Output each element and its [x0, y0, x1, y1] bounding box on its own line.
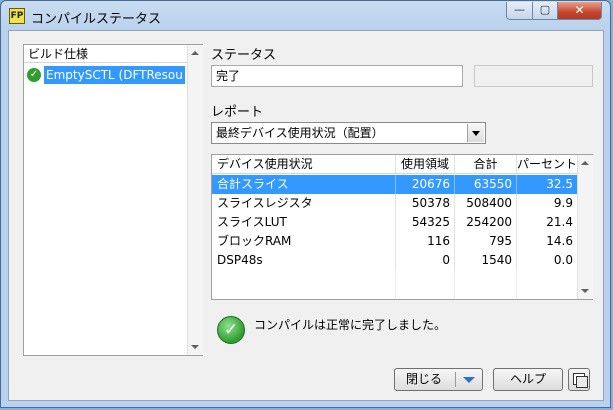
table-row[interactable]: ブロックRAM 116 795 14.6 [212, 232, 577, 251]
cell-name: DSP48s [217, 253, 263, 267]
copy-window-button[interactable] [568, 368, 590, 391]
build-spec-item[interactable]: ✓ EmptySCTL (DFTResou [27, 66, 185, 84]
scroll-down-icon[interactable] [581, 289, 589, 293]
cell-used: 50378 [395, 194, 454, 213]
close-button-label: 閉じる [405, 372, 442, 386]
table-row[interactable]: スライスレジスタ 50378 508400 9.9 [212, 194, 577, 213]
status-field: 完了 [211, 65, 463, 87]
cell-total: 795 [454, 232, 516, 251]
column-header-percent[interactable]: パーセント [516, 155, 577, 174]
cell-total: 254200 [454, 213, 516, 232]
help-button[interactable]: ヘルプ [493, 368, 563, 391]
close-button[interactable]: 閉じる [394, 368, 483, 391]
table-scrollbar[interactable] [577, 155, 593, 299]
window-title: コンパイルステータス [31, 12, 162, 27]
compile-status-window: FP コンパイルステータス — ▢ ✕ ビルド仕様 ✓ EmptySCTL (D… [0, 0, 611, 408]
build-spec-scrollbar[interactable] [187, 45, 203, 355]
report-label: レポート [211, 105, 264, 120]
cell-used: 116 [395, 232, 454, 251]
table-row[interactable]: スライスLUT 54325 254200 21.4 [212, 213, 577, 232]
table-row[interactable]: DSP48s 0 1540 0.0 [212, 251, 577, 270]
success-check-icon: ✓ [217, 316, 245, 344]
cell-percent: 0.0 [516, 251, 577, 270]
cell-name: ブロックRAM [217, 234, 292, 248]
cell-percent: 14.6 [516, 232, 577, 251]
table-header: デバイス使用状況 使用領域 合計 パーセント [212, 155, 577, 174]
copy-window-icon-back [576, 376, 588, 388]
table-row[interactable]: 合計スライス 20676 63550 32.5 [212, 175, 577, 194]
chevron-down-icon[interactable] [463, 377, 475, 383]
cell-name: スライスLUT [217, 215, 287, 229]
cell-total: 1540 [454, 251, 516, 270]
build-spec-header: ビルド仕様 [24, 45, 187, 63]
cell-percent: 21.4 [516, 213, 577, 232]
build-spec-list[interactable]: ビルド仕様 ✓ EmptySCTL (DFTResou [23, 44, 203, 356]
scroll-down-icon[interactable] [191, 345, 199, 349]
cell-total: 63550 [454, 175, 516, 194]
cell-used: 54325 [395, 213, 454, 232]
compile-result-message: コンパイルは正常に完了しました。 [254, 318, 447, 332]
split-divider [455, 372, 456, 387]
maximize-button[interactable]: ▢ [532, 2, 558, 20]
success-check-icon: ✓ [27, 68, 41, 82]
dropdown-button[interactable] [467, 124, 484, 142]
dialog-body: ビルド仕様 ✓ EmptySCTL (DFTResou ステータス 完了 レポー… [8, 30, 604, 401]
labview-icon: FP [9, 8, 25, 24]
column-header-total[interactable]: 合計 [454, 155, 516, 174]
cell-used: 20676 [395, 175, 454, 194]
report-select[interactable]: 最終デバイス使用状況（配置） [211, 122, 486, 144]
cell-used: 0 [395, 251, 454, 270]
build-spec-item-label: EmptySCTL (DFTResou [44, 66, 185, 84]
cell-total: 508400 [454, 194, 516, 213]
scroll-up-icon[interactable] [191, 51, 199, 55]
cell-name: スライスレジスタ [217, 196, 313, 210]
cell-percent: 9.9 [516, 194, 577, 213]
column-header-used[interactable]: 使用領域 [395, 155, 454, 174]
device-usage-table[interactable]: デバイス使用状況 使用領域 合計 パーセント 合計スライス 20676 6355… [211, 154, 593, 300]
report-select-value: 最終デバイス使用状況（配置） [216, 126, 384, 140]
cell-name: 合計スライス [217, 177, 289, 191]
scroll-up-icon[interactable] [581, 161, 589, 165]
column-header-device-usage[interactable]: デバイス使用状況 [212, 155, 395, 174]
status-indicator-field [474, 65, 593, 87]
status-label: ステータス [211, 48, 277, 63]
minimize-button[interactable]: — [506, 2, 533, 20]
chevron-down-icon [472, 131, 480, 136]
close-window-button[interactable]: ✕ [557, 2, 602, 20]
cell-percent: 32.5 [516, 175, 577, 194]
title-bar[interactable]: FP コンパイルステータス — ▢ ✕ [1, 1, 610, 31]
